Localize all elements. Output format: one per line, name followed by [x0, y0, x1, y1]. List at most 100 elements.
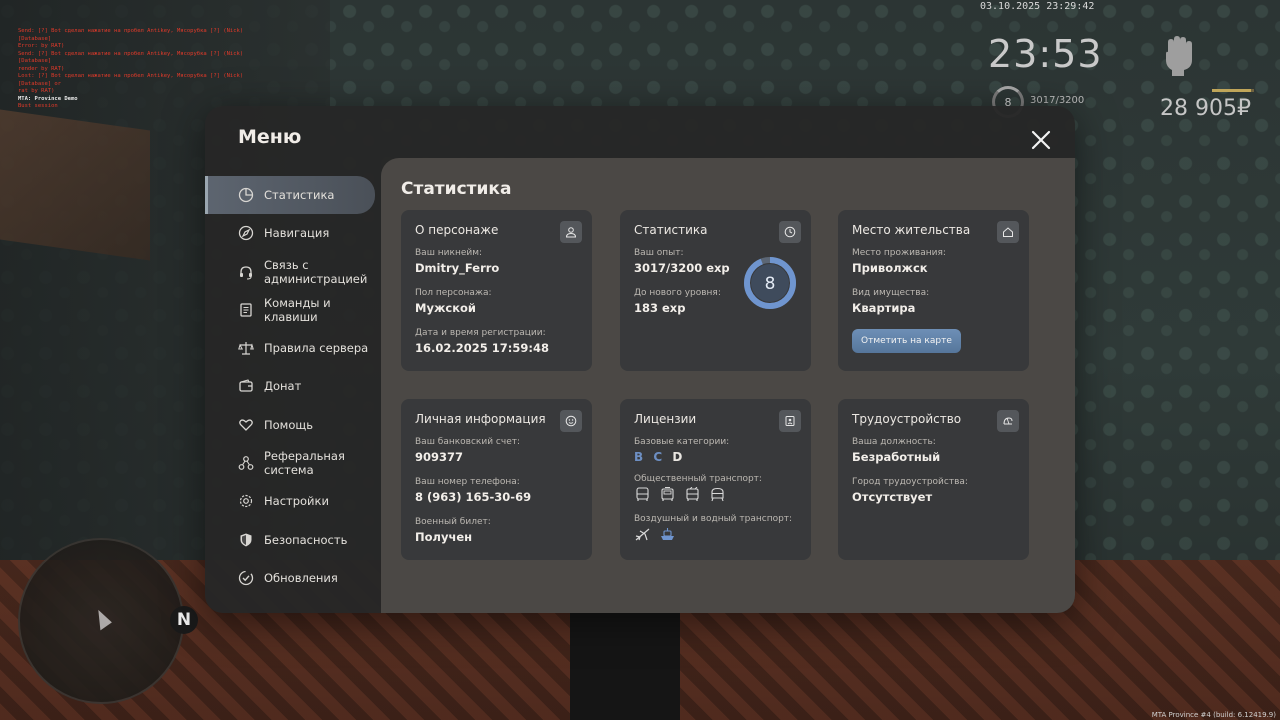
- gender-label: Пол персонажа:: [415, 288, 492, 298]
- hud-progress-bar: [1212, 89, 1254, 92]
- debug-line: Send: [?] Bot сделал нажатие на пробел A…: [18, 28, 244, 42]
- card-employment: Трудоустройство Ваша должность: Безработ…: [838, 399, 1029, 560]
- fist-icon: [1166, 36, 1192, 76]
- card-title: Место жительства: [852, 223, 971, 237]
- card-icon-button: [560, 410, 582, 432]
- public-transport-label: Общественный транспорт:: [634, 474, 762, 484]
- registration-value: 16.02.2025 17:59:48: [415, 341, 549, 355]
- sidebar-item-label: Команды и клавиши: [264, 295, 331, 324]
- house-icon: [1003, 227, 1013, 237]
- position-label: Ваша должность:: [852, 437, 936, 447]
- nickname-value: Dmitry_Ferro: [415, 261, 500, 275]
- license-category-d: D: [672, 450, 686, 464]
- sidebar-item-updates[interactable]: Обновления: [205, 559, 381, 597]
- card-title: Трудоустройство: [852, 412, 962, 426]
- bank-label: Ваш банковский счет:: [415, 437, 521, 447]
- card-personal-info: Личная информация Ваш банковский счет: 9…: [401, 399, 592, 560]
- user-icon: [565, 227, 577, 238]
- license-categories: B C D: [634, 450, 797, 464]
- sidebar-item-donate[interactable]: Донат: [205, 367, 381, 405]
- check-circle-icon: [238, 570, 254, 586]
- card-icon-button: [779, 221, 801, 243]
- sidebar-item-label: Помощь: [264, 417, 314, 432]
- sidebar-item-settings[interactable]: Настройки: [205, 482, 381, 520]
- airplane-icon: [635, 528, 650, 541]
- metro-icon: [711, 487, 724, 502]
- hud-money: 28 905₽: [1160, 96, 1251, 121]
- scales-icon: [238, 342, 254, 355]
- content-panel: Статистика О персонаже Ваш никнейм: Dmit…: [381, 158, 1075, 613]
- position-value: Безработный: [852, 450, 941, 464]
- card-statistics: Статистика Ваш опыт: 3017/3200 exp До но…: [620, 210, 811, 371]
- heart-hand-icon: [239, 419, 253, 431]
- card-title: Статистика: [634, 223, 708, 237]
- sidebar-item-navigation[interactable]: Навигация: [205, 214, 381, 252]
- tram-icon: [661, 487, 674, 501]
- card-icon-button: [560, 221, 582, 243]
- phone-label: Ваш номер телефона:: [415, 477, 520, 487]
- license-category-b: B: [634, 450, 647, 464]
- residence-place-value: Приволжск: [852, 261, 928, 275]
- card-title: Личная информация: [415, 412, 546, 426]
- mark-on-map-button[interactable]: Отметить на карте: [852, 329, 961, 353]
- property-type-value: Квартира: [852, 301, 916, 315]
- sidebar-item-referral[interactable]: Реферальная система: [205, 444, 381, 482]
- card-icon-button: [997, 410, 1019, 432]
- sidebar-item-commands[interactable]: Команды и клавиши: [205, 291, 381, 329]
- compass-icon: [238, 226, 254, 241]
- registration-label: Дата и время регистрации:: [415, 328, 546, 338]
- phone-value: 8 (963) 165-30-69: [415, 490, 532, 504]
- military-value: Получен: [415, 530, 473, 544]
- server-name: MTA: Province Demo: [18, 95, 78, 102]
- sidebar-item-label: Реферальная система: [264, 449, 345, 478]
- wooden-furniture: [0, 109, 150, 261]
- hud-clock: 23:53: [988, 32, 1103, 76]
- sidebar-item-label: Связь с администрацией: [264, 257, 368, 286]
- headset-icon: [240, 265, 252, 280]
- bank-value: 909377: [415, 450, 464, 464]
- card-title: О персонаже: [415, 223, 499, 237]
- residence-place-label: Место проживания:: [852, 248, 946, 258]
- bus-icon: [636, 487, 649, 501]
- hud-progress-fill: [1212, 89, 1252, 92]
- helmet-icon: [1003, 417, 1013, 425]
- sidebar-item-label: Навигация: [264, 226, 330, 241]
- card-title: Лицензии: [634, 412, 697, 426]
- card-icon-button: [779, 410, 801, 432]
- sidebar-item-label: Донат: [264, 379, 302, 394]
- minimap: [18, 538, 184, 704]
- air-water-label: Воздушный и водный транспорт:: [634, 514, 793, 524]
- clock-icon: [784, 226, 796, 238]
- boat-icon: [661, 528, 674, 540]
- sidebar-item-statistics[interactable]: Статистика: [205, 176, 375, 214]
- sidebar-item-rules[interactable]: Правила сервера: [205, 329, 381, 367]
- hud-exp: 3017/3200: [1030, 95, 1085, 106]
- work-city-value: Отсутствует: [852, 490, 933, 504]
- debug-line: render by RAT): [18, 65, 65, 72]
- build-info: MTA Province #4 (build: 6.12419.9): [1151, 711, 1276, 719]
- debug-chat: Send: [?] Bot сделал нажатие на пробел A…: [18, 28, 258, 111]
- property-type-label: Вид имущества:: [852, 288, 930, 298]
- face-icon: [565, 415, 577, 427]
- sidebar-item-security[interactable]: Безопасность: [205, 521, 381, 559]
- sidebar-item-label: Обновления: [264, 570, 338, 585]
- menu-window: Меню Статистика Навигация Связь с админи…: [205, 106, 1075, 613]
- sidebar-item-help[interactable]: Помощь: [205, 406, 381, 444]
- license-category-c: C: [653, 450, 666, 464]
- nickname-label: Ваш никнейм:: [415, 248, 483, 258]
- north-indicator: N: [170, 606, 198, 634]
- page-title: Статистика: [401, 179, 512, 199]
- military-label: Военный билет:: [415, 517, 491, 527]
- id-card-icon: [785, 416, 795, 426]
- player-arrow-icon: [90, 607, 112, 631]
- debug-line: Lost: [?] Bot сделал нажатие на пробел A…: [18, 73, 244, 87]
- close-icon[interactable]: [1029, 128, 1053, 152]
- card-icon-button: [997, 221, 1019, 243]
- pie-chart-icon: [238, 187, 254, 203]
- document-icon: [240, 303, 252, 317]
- debug-line: Send: [?] Bot сделал нажатие на пробел A…: [18, 50, 244, 65]
- level-ring: 8: [744, 257, 796, 309]
- debug-line: rat by RAT): [18, 88, 55, 94]
- sidebar-item-contact-admin[interactable]: Связь с администрацией: [205, 253, 381, 291]
- sidebar-item-label: Настройки: [264, 494, 329, 509]
